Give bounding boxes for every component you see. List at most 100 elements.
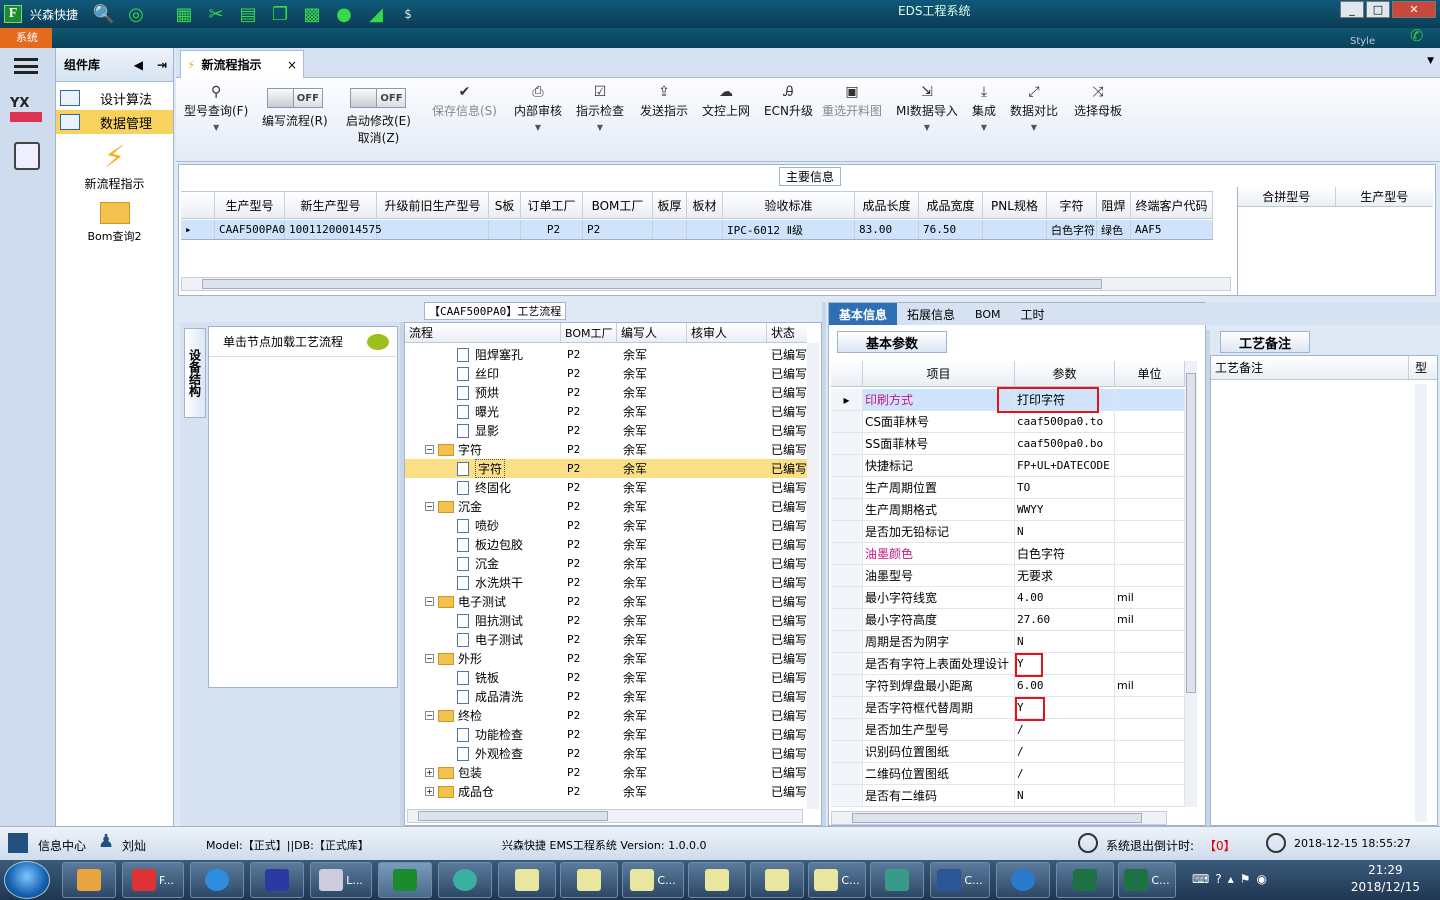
notes-tab[interactable]: 工艺备注 — [1220, 331, 1310, 353]
tab-basic-info[interactable]: 基本信息 — [829, 303, 898, 325]
tree-row[interactable]: 字符 P2 余军 已编写 — [405, 459, 807, 478]
taskbar-app-x2[interactable] — [560, 862, 618, 898]
minimize-button[interactable]: _ — [1340, 1, 1364, 18]
tree-vscroll[interactable] — [807, 343, 819, 809]
column-header[interactable]: 板材 — [687, 192, 723, 218]
column-header[interactable]: 状态 — [767, 323, 807, 342]
row-selector[interactable] — [831, 477, 863, 498]
tree-row[interactable]: 预烘 P2 余军 已编写 — [405, 383, 807, 402]
tree-row[interactable]: 外观检查 P2 余军 已编写 — [405, 744, 807, 763]
chart-icon[interactable]: ◢ — [364, 3, 388, 25]
tab-new-flow[interactable]: ⚡ 新流程指示 × — [180, 50, 304, 78]
tab-work-hours[interactable]: 工时 — [1011, 303, 1055, 325]
property-row[interactable]: 是否加生产型号 / — [831, 719, 1187, 741]
column-header[interactable]: 终端客户代码 — [1131, 192, 1213, 218]
property-unit[interactable] — [1115, 455, 1185, 476]
tray-icons[interactable]: ⌨?▴⚑◉ — [1192, 872, 1273, 886]
property-row[interactable]: CS面菲林号 caaf500pa0.to — [831, 411, 1187, 433]
notes-vscroll[interactable] — [1415, 384, 1427, 822]
property-unit[interactable] — [1115, 499, 1185, 520]
tree-row[interactable]: 喷砂 P2 余军 已编写 — [405, 516, 807, 535]
property-row[interactable]: 是否加无铅标记 N — [831, 521, 1187, 543]
phone-icon[interactable]: ✆ — [1410, 26, 1423, 45]
cell[interactable]: IPC-6012 Ⅱ级 — [723, 220, 855, 239]
property-row[interactable]: 最小字符高度 27.60 mil — [831, 609, 1187, 631]
taskbar-app-save[interactable] — [250, 862, 304, 898]
scissors-icon[interactable]: ✂ — [204, 3, 228, 25]
splitter-right[interactable] — [1206, 330, 1210, 826]
row-selector[interactable] — [831, 455, 863, 476]
tree-row[interactable]: 沉金 P2 余军 已编写 — [405, 554, 807, 573]
property-unit[interactable] — [1115, 543, 1185, 564]
row-selector-header[interactable] — [831, 361, 863, 386]
cell[interactable]: 白色字符 — [1047, 220, 1097, 239]
property-value[interactable]: N — [1015, 521, 1115, 542]
column-header[interactable]: 阻焊 — [1097, 192, 1131, 218]
taskbar-clock[interactable]: 21:29 2018/12/15 — [1351, 862, 1420, 896]
property-value[interactable]: 6.00 — [1015, 675, 1115, 696]
property-unit[interactable] — [1115, 719, 1185, 740]
property-unit[interactable]: mil — [1115, 675, 1185, 696]
property-value[interactable]: 4.00 — [1015, 587, 1115, 608]
cell[interactable] — [489, 220, 521, 239]
tree-row[interactable]: 板边包胶 P2 余军 已编写 — [405, 535, 807, 554]
taskbar-app-x1[interactable] — [498, 862, 556, 898]
cell[interactable]: AAF5 — [1131, 220, 1213, 239]
data-compare-button[interactable]: ⤢ 数据对比 ▼ — [1010, 84, 1058, 132]
taskbar-app-c2[interactable]: C... — [808, 862, 866, 898]
taskbar-app-network[interactable] — [870, 862, 924, 898]
row-pointer-icon[interactable]: ▸ — [831, 389, 863, 410]
cell[interactable]: 10011200014575 — [285, 220, 382, 239]
property-value[interactable]: caaf500pa0.bo — [1015, 433, 1115, 454]
row-selector[interactable] — [831, 521, 863, 542]
copy-icon[interactable]: ❐ — [268, 3, 292, 25]
row-selector[interactable] — [831, 543, 863, 564]
row-selector[interactable] — [831, 631, 863, 652]
taskbar-app-mail[interactable] — [996, 862, 1050, 898]
library-big-new-flow[interactable]: ⚡ 新流程指示 — [56, 140, 173, 192]
start-button[interactable] — [4, 861, 50, 899]
taskbar-app-f[interactable]: F... — [122, 862, 184, 898]
property-unit[interactable] — [1115, 631, 1185, 652]
tree-row[interactable]: 水洗烘干 P2 余军 已编写 — [405, 573, 807, 592]
property-value[interactable]: 无要求 — [1015, 565, 1115, 586]
property-row[interactable]: 识别码位置图纸 / — [831, 741, 1187, 763]
column-header[interactable]: 板厚 — [653, 192, 687, 218]
splitter-middle[interactable] — [822, 302, 826, 826]
tree-row[interactable]: 阻抗测试 P2 余军 已编写 — [405, 611, 807, 630]
taskbar-app-eds[interactable] — [378, 862, 432, 898]
model-query-button[interactable]: ⚲ 型号查询(F) ▼ — [184, 84, 248, 132]
property-unit[interactable] — [1115, 763, 1185, 784]
property-row[interactable]: 是否有二维码 N — [831, 785, 1187, 807]
property-value[interactable]: WWYY — [1015, 499, 1115, 520]
tree-row[interactable]: − 字符 P2 余军 已编写 — [405, 440, 807, 459]
property-value[interactable]: N — [1015, 785, 1115, 806]
cell[interactable]: 绿色 — [1097, 220, 1131, 239]
column-header[interactable]: 字符 — [1047, 192, 1097, 218]
tree-row[interactable]: 电子测试 P2 余军 已编写 — [405, 630, 807, 649]
column-header[interactable]: 参数 — [1015, 361, 1115, 386]
close-tab-icon[interactable]: × — [287, 58, 297, 72]
tree-row[interactable]: 阻焊塞孔 P2 余军 已编写 — [405, 345, 807, 364]
internal-review-button[interactable]: ⎙ 内部审核 ▼ — [514, 84, 562, 132]
property-value[interactable]: / — [1015, 763, 1115, 784]
tree-row[interactable]: 功能检查 P2 余军 已编写 — [405, 725, 807, 744]
dollar-icon[interactable]: $ — [396, 3, 420, 25]
taskbar-app-excel1[interactable] — [1056, 862, 1114, 898]
row-selector[interactable] — [831, 587, 863, 608]
collapse-icon[interactable]: − — [425, 445, 434, 454]
cell[interactable]: 83.00 — [855, 220, 919, 239]
ecn-upgrade-button[interactable]: Ꭿ ECN升级 — [764, 84, 813, 119]
taskbar-app-word[interactable]: C... — [930, 862, 990, 898]
property-row[interactable]: 油墨型号 无要求 — [831, 565, 1187, 587]
send-instruction-button[interactable]: ⇪ 发送指示 — [640, 84, 688, 119]
tab-device-structure[interactable]: 设备结构 — [184, 328, 206, 418]
property-row[interactable]: 是否字符框代替周期 Y — [831, 697, 1187, 719]
property-unit[interactable] — [1115, 433, 1185, 454]
cell[interactable]: P2 — [583, 220, 653, 239]
property-value[interactable]: / — [1015, 741, 1115, 762]
check-instruction-button[interactable]: ☑ 指示检查 ▼ — [576, 84, 624, 132]
column-header[interactable]: BOM工厂 — [583, 192, 653, 218]
search-icon[interactable]: 🔍 — [92, 3, 116, 25]
property-unit[interactable]: mil — [1115, 609, 1185, 630]
